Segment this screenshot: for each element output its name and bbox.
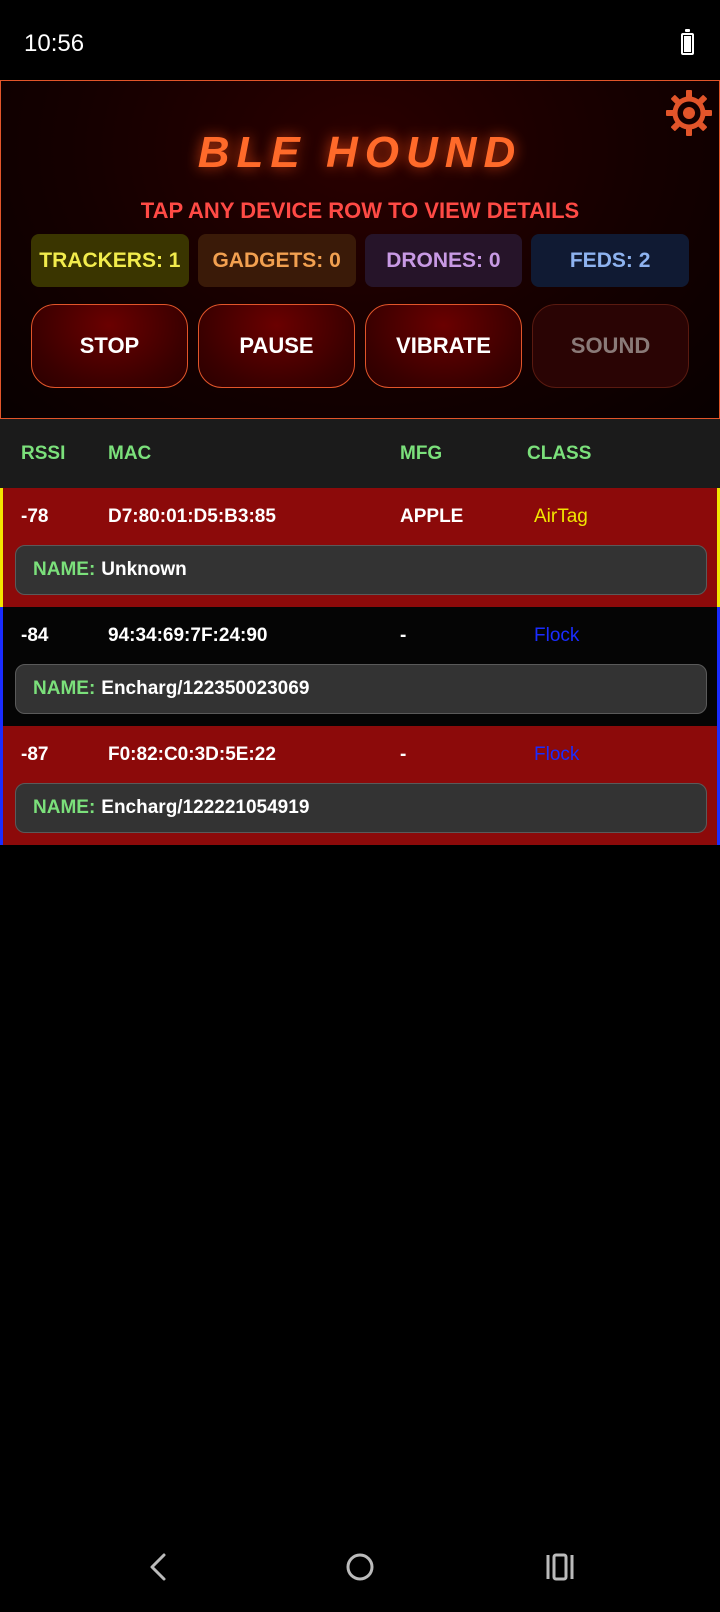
mfg-value: - bbox=[400, 625, 407, 646]
rssi-value: -87 bbox=[21, 744, 49, 765]
app-title: BLE HOUND bbox=[197, 128, 523, 177]
class-value: AirTag bbox=[534, 506, 588, 527]
control-buttons: STOP PAUSE VIBRATE SOUND bbox=[31, 304, 689, 388]
name-value: Encharg/122221054919 bbox=[101, 797, 310, 818]
column-header-mfg: MFG bbox=[400, 443, 443, 464]
status-time: 10:56 bbox=[24, 30, 85, 57]
pause-button[interactable]: PAUSE bbox=[198, 304, 355, 388]
battery-full-icon bbox=[681, 29, 694, 55]
name-value: Unknown bbox=[101, 559, 187, 580]
device-row[interactable]: -78 D7:80:01:D5:B3:85 APPLE AirTag NAME:… bbox=[0, 488, 720, 607]
column-header-class: CLASS bbox=[527, 443, 592, 464]
rssi-value: -84 bbox=[21, 625, 49, 646]
device-name-box: NAME: Unknown bbox=[15, 545, 707, 595]
device-name-box: NAME: Encharg/122350023069 bbox=[15, 664, 707, 714]
column-header-rssi: RSSI bbox=[21, 443, 66, 464]
gadgets-counter[interactable]: GADGETS: 0 bbox=[197, 234, 356, 287]
system-nav-bar bbox=[0, 1522, 720, 1612]
rssi-value: -78 bbox=[21, 506, 49, 527]
mac-value: F0:82:C0:3D:5E:22 bbox=[108, 744, 276, 765]
column-header-mac: MAC bbox=[108, 443, 152, 464]
back-icon[interactable] bbox=[146, 1552, 170, 1582]
status-bar: 10:56 bbox=[0, 0, 720, 80]
subtitle-hint: TAP ANY DEVICE ROW TO VIEW DETAILS bbox=[140, 198, 580, 223]
class-value: Flock bbox=[534, 625, 580, 646]
table-header: RSSI MAC MFG CLASS bbox=[0, 419, 720, 488]
name-value: Encharg/122350023069 bbox=[101, 678, 310, 699]
name-label: NAME: bbox=[33, 797, 96, 818]
mfg-value: - bbox=[400, 744, 407, 765]
mac-value: D7:80:01:D5:B3:85 bbox=[108, 506, 276, 527]
device-name-box: NAME: Encharg/122221054919 bbox=[15, 783, 707, 833]
stop-button[interactable]: STOP bbox=[31, 304, 188, 388]
battery-fill bbox=[684, 36, 691, 52]
device-list: -78 D7:80:01:D5:B3:85 APPLE AirTag NAME:… bbox=[0, 488, 720, 845]
name-label: NAME: bbox=[33, 678, 96, 699]
drones-counter[interactable]: DRONES: 0 bbox=[364, 234, 523, 287]
mfg-value: APPLE bbox=[400, 506, 464, 527]
feds-counter[interactable]: FEDS: 2 bbox=[531, 234, 689, 287]
device-row[interactable]: -84 94:34:69:7F:24:90 - Flock NAME: Ench… bbox=[0, 607, 720, 726]
vibrate-button[interactable]: VIBRATE bbox=[365, 304, 522, 388]
sound-button[interactable]: SOUND bbox=[532, 304, 689, 388]
recents-icon[interactable] bbox=[545, 1552, 575, 1582]
class-value: Flock bbox=[534, 744, 580, 765]
counter-bar: TRACKERS: 1 GADGETS: 0 DRONES: 0 FEDS: 2 bbox=[31, 234, 689, 287]
trackers-counter[interactable]: TRACKERS: 1 bbox=[31, 234, 189, 287]
home-icon[interactable] bbox=[345, 1552, 375, 1582]
device-row[interactable]: -87 F0:82:C0:3D:5E:22 - Flock NAME: Ench… bbox=[0, 726, 720, 845]
mac-value: 94:34:69:7F:24:90 bbox=[108, 625, 268, 646]
name-label: NAME: bbox=[33, 559, 96, 580]
